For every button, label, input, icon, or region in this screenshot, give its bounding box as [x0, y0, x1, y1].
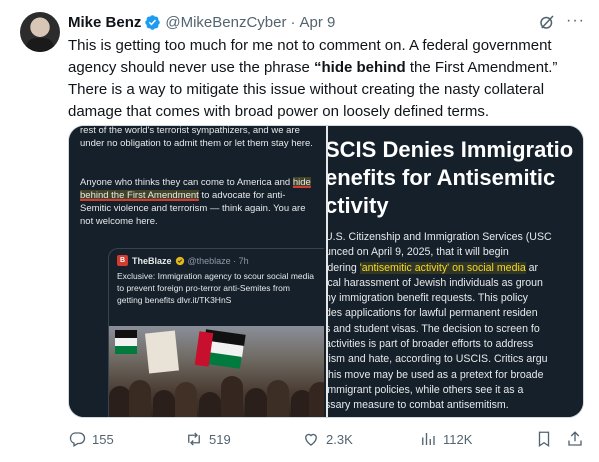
quoted-post-header: B TheBlaze @theblaze · 7h [117, 255, 249, 266]
body-highlight: 'antisemitic activity' on social media [359, 261, 526, 274]
reply-icon [69, 432, 86, 447]
views-count: 112K [443, 431, 473, 447]
body-line: s and student visas. The decision to scr… [328, 322, 540, 335]
repost-icon [188, 432, 200, 446]
tweet-text-bold: “hide behind [314, 59, 406, 76]
repost-count: 519 [209, 431, 231, 447]
body-line: ical harassment of Jewish individuals as… [328, 276, 543, 289]
views-icon [422, 433, 435, 445]
share-icon [568, 431, 582, 446]
crowd-figure [309, 382, 324, 417]
body-line: ny immigration benefit requests. This po… [328, 292, 528, 305]
author-name[interactable]: Mike Benz [68, 14, 141, 31]
body-line: unced on April 9, 2025, that it will beg… [328, 246, 509, 259]
body-line: idering 'antisemitic activity' on social… [328, 261, 583, 276]
crowd-figure [129, 380, 151, 417]
like-icon [305, 433, 317, 446]
tweet-text: This is getting too much for me not to c… [68, 35, 578, 123]
left-para-pre: Anyone who thinks they can come to Ameri… [80, 177, 293, 188]
quoted-post[interactable]: B TheBlaze @theblaze · 7h Exclusive: Imm… [108, 248, 324, 417]
views-button[interactable]: 112K [419, 430, 472, 448]
article-body: U.S. Citizenship and Immigration Service… [328, 230, 583, 414]
crowd-figure [153, 390, 175, 417]
grok-icon[interactable] [538, 13, 556, 31]
flag-stripe-black [115, 330, 137, 338]
body-line: U.S. Citizenship and Immigration Service… [328, 231, 552, 243]
quoted-author-name: TheBlaze [132, 255, 172, 266]
flag-stripe-green [115, 346, 137, 354]
headline-line: ctivity [328, 193, 389, 218]
body-line: this move may be used as a pretext for b… [328, 368, 544, 381]
protest-sign [144, 330, 180, 374]
crowd-figure [221, 376, 243, 417]
body-line: immigrant policies, while others see it … [328, 383, 524, 396]
theblaze-logo-icon: B [117, 255, 128, 266]
headline: SCIS Denies Immigratio enefits for Antis… [328, 136, 583, 220]
crowd-figure [109, 386, 131, 417]
repost-button[interactable]: 519 [185, 430, 231, 448]
left-paragraph: Anyone who thinks they can come to Ameri… [80, 176, 315, 228]
separator-dot: · [290, 13, 296, 31]
body-line3-pre: idering [328, 261, 360, 274]
bookmark-button[interactable] [535, 430, 553, 451]
reply-button[interactable]: 155 [68, 430, 114, 448]
bookmark-icon [538, 431, 550, 448]
avatar[interactable] [20, 12, 60, 52]
author-handle[interactable]: @MikeBenzCyber [165, 14, 286, 31]
headline-line: enefits for Antisemitic [328, 165, 556, 190]
body-line: activities is part of broader efforts to… [328, 338, 534, 351]
tweet-media[interactable]: rest of the world's terrorist sympathize… [68, 125, 584, 418]
action-bar: 155 519 2.3K 112K [68, 430, 584, 450]
crowd-figure [175, 382, 197, 417]
media-right-pane[interactable]: SCIS Denies Immigratio enefits for Antis… [328, 126, 583, 417]
body-line: ssary measure to combat antisemitism. [328, 399, 509, 412]
media-left-pane[interactable]: rest of the world's terrorist sympathize… [69, 125, 326, 417]
like-button[interactable]: 2.3K [302, 430, 353, 448]
quoted-post-text: Exclusive: Immigration agency to scour s… [117, 271, 314, 305]
left-top-text: rest of the world's terrorist sympathize… [80, 125, 313, 149]
more-icon[interactable]: ··· [566, 12, 585, 30]
headline-line: SCIS Denies Immigratio [328, 137, 574, 162]
body-line: des applications for lawful permanent re… [328, 307, 538, 320]
reply-count: 155 [92, 431, 114, 447]
protest-photo [109, 326, 324, 417]
tweet-date[interactable]: Apr 9 [299, 14, 335, 31]
crowd-figure [245, 388, 267, 417]
crowd-figure [267, 380, 289, 417]
crowd-figure [199, 392, 221, 417]
quoted-author-handle: @theblaze · 7h [187, 255, 249, 266]
like-count: 2.3K [326, 431, 353, 447]
body-line3-post: ar [525, 261, 539, 274]
tweet-header: Mike Benz @MikeBenzCyber · Apr 9 [68, 12, 335, 32]
body-line: rism and hate, according to USCIS. Criti… [328, 353, 548, 366]
verified-badge-icon [145, 14, 161, 30]
flag-stripe-white [115, 338, 137, 346]
quoted-verified-icon [175, 256, 184, 265]
share-button[interactable] [566, 430, 584, 451]
